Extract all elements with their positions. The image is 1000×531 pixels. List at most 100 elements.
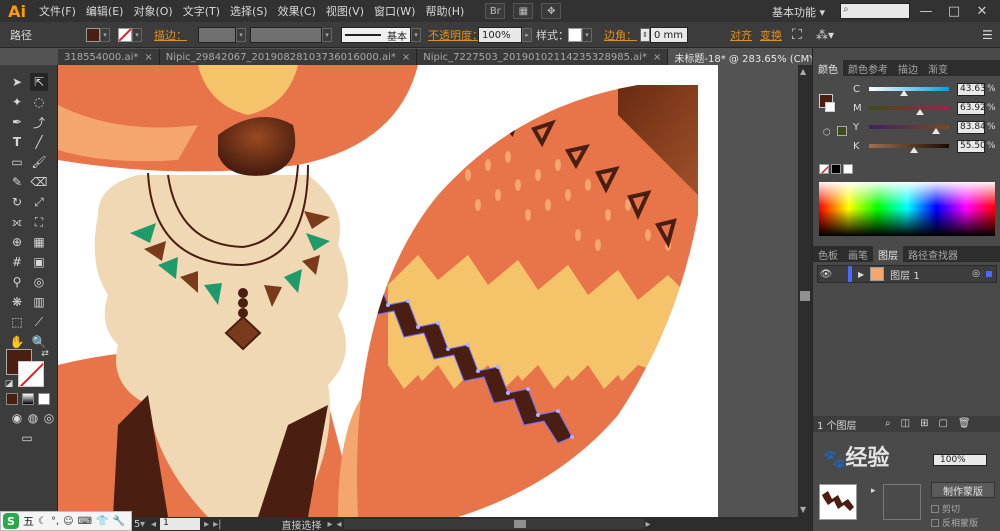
selection-tool-icon[interactable]: ➤ [8, 73, 26, 91]
width-tool-icon[interactable]: ⟗ [8, 213, 26, 231]
opacity-label[interactable]: 不透明度： [428, 22, 483, 48]
perspective-grid-tool-icon[interactable]: ▦ [30, 233, 48, 251]
cyan-slider-track[interactable] [869, 87, 949, 96]
black-slider-row[interactable]: K 55.50 % [853, 139, 996, 153]
out-of-gamut-icon[interactable]: ⬡ [823, 128, 831, 138]
paintbrush-tool-icon[interactable]: 🖌 [30, 153, 48, 171]
menu-file[interactable]: 文件(F) [34, 3, 81, 19]
swap-fill-stroke-icon[interactable]: ⇄ [36, 345, 54, 363]
none-mode-icon[interactable] [38, 393, 50, 405]
artboard-tool-icon[interactable]: ⬚ [8, 313, 26, 331]
tab-stroke[interactable]: 描边 [893, 60, 923, 76]
gradient-mode-icon[interactable] [22, 393, 34, 405]
screen-mode-icon[interactable]: ▭ [18, 429, 36, 447]
tab-document-1[interactable]: 318554000.ai* × [58, 49, 160, 65]
magenta-value-field[interactable]: 63.92 [957, 101, 986, 115]
fill-swatch-group[interactable]: ▾ [86, 22, 110, 48]
curvature-tool-icon[interactable]: ⤴ [30, 113, 48, 131]
tab-brushes[interactable]: 画笔 [843, 246, 873, 262]
yellow-slider-track[interactable] [869, 125, 949, 134]
artboard-canvas[interactable] [58, 65, 798, 517]
rotate-tool-icon[interactable]: ↻ [8, 193, 26, 211]
direct-selection-tool-icon[interactable]: ⇱ [30, 73, 48, 91]
black-slider-thumb[interactable] [909, 147, 918, 153]
lasso-tool-icon[interactable]: ◌ [30, 93, 48, 111]
corner-stepper-icon[interactable]: ⇕ [640, 28, 650, 42]
opacity-field[interactable]: 100% ▸ [478, 22, 532, 48]
shape-builder-tool-icon[interactable]: ⊕ [8, 233, 26, 251]
line-tool-icon[interactable]: ╱ [30, 133, 48, 151]
new-sublayer-icon[interactable]: ⊞ [920, 418, 928, 429]
scroll-up-icon[interactable]: ▲ [800, 67, 806, 76]
zoom-dropdown-icon[interactable]: ▾ [140, 519, 145, 530]
cyan-value-field[interactable]: 43.63 [957, 82, 986, 96]
menu-select[interactable]: 选择(S) [225, 3, 273, 19]
panel-menu-icon[interactable]: ☰ [982, 22, 993, 48]
yellow-value-field[interactable]: 83.84 [957, 120, 986, 134]
menu-window[interactable]: 窗口(W) [369, 3, 420, 19]
keyboard-icon[interactable]: ⌨ [78, 516, 92, 527]
layer-row[interactable]: 👁 ▶ 图层 1 ◎ [817, 265, 997, 283]
next-page-icon[interactable]: ▸ [204, 519, 209, 530]
menu-view[interactable]: 视图(V) [321, 3, 369, 19]
invert-mask-checkbox[interactable] [931, 518, 939, 527]
vertical-scroll-thumb[interactable] [800, 291, 810, 301]
clip-checkbox-row[interactable]: 剪切 [931, 502, 960, 515]
tab-pathfinder[interactable]: 路径查找器 [903, 246, 963, 262]
maximize-button[interactable]: □ [942, 2, 966, 20]
stroke-dropdown-icon[interactable]: ▾ [132, 28, 142, 42]
eyedropper-tool-icon[interactable]: ⚲ [8, 273, 26, 291]
black-color-icon[interactable] [831, 164, 841, 174]
corner-label[interactable]: 边角： [604, 22, 637, 48]
arrange-documents-icon[interactable]: ▦ [513, 3, 534, 19]
mask-thumbnail[interactable] [819, 484, 857, 520]
color-mode-icon[interactable] [6, 393, 18, 405]
magenta-slider-row[interactable]: M 63.92 % [853, 101, 996, 115]
variable-width-field[interactable]: ▾ [250, 22, 332, 48]
menu-object[interactable]: 对象(O) [128, 3, 177, 19]
horizontal-scrollbar[interactable] [343, 519, 644, 529]
gamut-swatch[interactable] [837, 126, 847, 136]
pen-tool-icon[interactable]: ✒ [8, 113, 26, 131]
scale-tool-icon[interactable]: ⤢ [30, 193, 48, 211]
align-link[interactable]: 对齐 [730, 22, 752, 48]
magenta-slider-track[interactable] [869, 106, 949, 115]
tab-layers[interactable]: 图层 [873, 246, 903, 262]
brush-dropdown-icon[interactable]: ▾ [411, 28, 421, 42]
black-value-field[interactable]: 55.50 [957, 139, 986, 153]
tab-close-icon[interactable]: × [653, 52, 661, 63]
make-mask-button[interactable]: 制作蒙版 [931, 482, 995, 498]
fill-swatch[interactable] [86, 28, 100, 42]
draw-inside-icon[interactable]: ◎ [40, 409, 58, 427]
punctuation-icon[interactable]: °, [51, 516, 59, 527]
yellow-slider-row[interactable]: Y 83.84 % [853, 120, 996, 134]
tools-icon[interactable]: 🔧 [112, 516, 124, 527]
mask-link-icon[interactable]: ▸ [871, 486, 876, 496]
invert-mask-checkbox-row[interactable]: 反相蒙版 [931, 516, 978, 529]
eraser-tool-icon[interactable]: ⌫ [30, 173, 48, 191]
cyan-slider-thumb[interactable] [900, 90, 909, 96]
ime-logo[interactable]: S [3, 513, 19, 529]
eye-icon[interactable]: 👁 [818, 269, 834, 280]
default-colors-icon[interactable]: ◪ [0, 375, 18, 393]
tab-gradient[interactable]: 渐变 [923, 60, 953, 76]
magic-wand-tool-icon[interactable]: ✦ [8, 93, 26, 111]
mask-slot[interactable] [883, 484, 921, 520]
stroke-none-swatch[interactable] [118, 28, 132, 42]
brush-definition[interactable]: 基本 ▾ [341, 22, 421, 48]
color-panel-stroke-swatch[interactable] [825, 102, 835, 112]
clip-checkbox[interactable] [931, 504, 939, 513]
type-tool-icon[interactable]: T [8, 133, 26, 151]
ime-mode[interactable]: 五 [23, 513, 34, 529]
last-page-icon[interactable]: ▸| [213, 519, 221, 530]
black-slider-track[interactable] [869, 144, 949, 153]
mesh-tool-icon[interactable]: # [8, 253, 26, 271]
tab-swatches[interactable]: 色板 [813, 246, 843, 262]
status-menu-icon[interactable]: ▸ [327, 519, 332, 530]
workspace-switcher[interactable]: 基本功能 ▾ [772, 4, 825, 20]
style-dropdown-icon[interactable]: ▾ [582, 28, 592, 42]
gpu-performance-icon[interactable]: ✥ [541, 3, 562, 19]
opacity-dropdown-icon[interactable]: ▸ [522, 28, 532, 42]
close-button[interactable]: ✕ [970, 2, 994, 20]
free-transform-tool-icon[interactable]: ⛶ [30, 213, 48, 231]
